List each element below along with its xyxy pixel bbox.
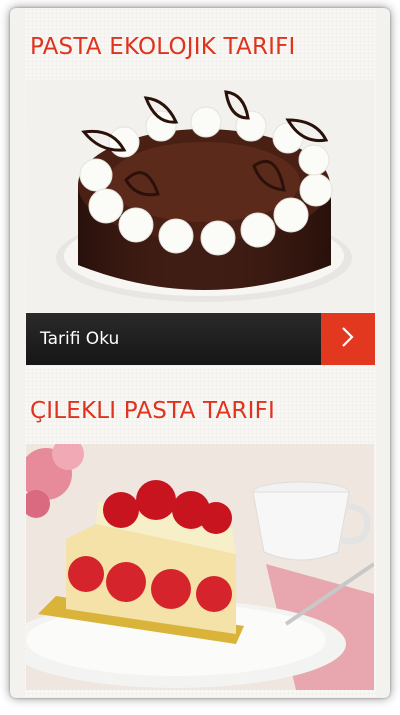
strawberry-cake-image[interactable] [26, 444, 374, 690]
chocolate-cake-image[interactable] [26, 80, 374, 312]
read-recipe-arrow-button[interactable] [321, 313, 375, 365]
recipe-title-2[interactable]: ÇILEKLI PASTA TARIFI [30, 398, 275, 424]
read-recipe-bar[interactable]: Tarifi Oku [26, 313, 375, 365]
chevron-right-icon [340, 326, 356, 353]
recipe-title-1[interactable]: PASTA EKOLOJIK TARIFI [30, 34, 296, 60]
read-recipe-label[interactable]: Tarifi Oku [40, 313, 119, 365]
